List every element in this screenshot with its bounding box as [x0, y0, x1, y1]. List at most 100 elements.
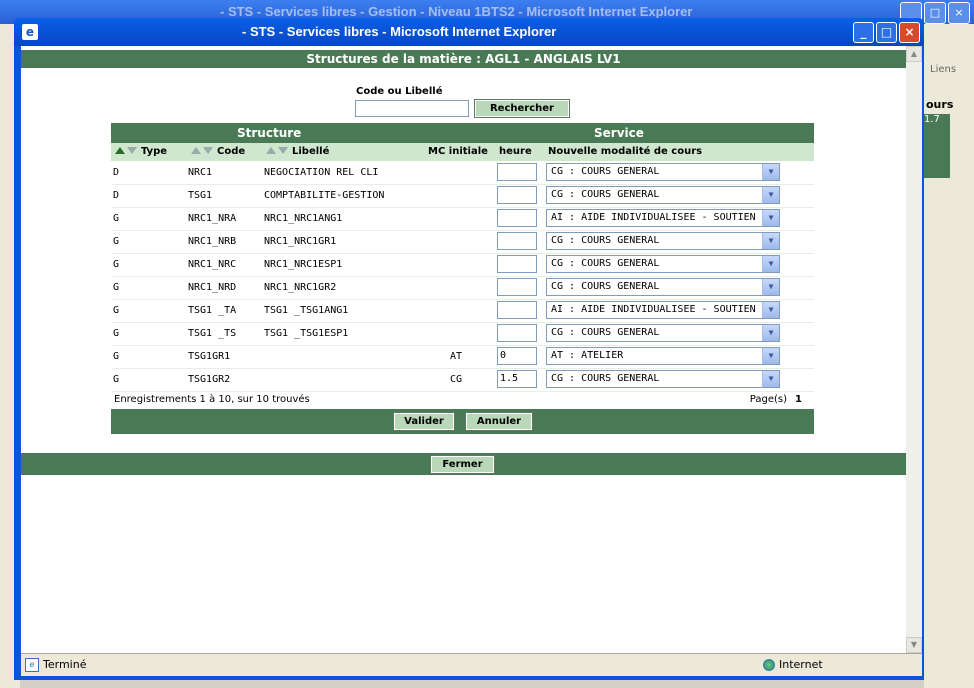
- modalite-value: CG : COURS GENERAL: [551, 189, 660, 200]
- cell-code: TSG1 _TA: [188, 305, 237, 316]
- heure-input[interactable]: [497, 186, 537, 204]
- chevron-down-icon[interactable]: ▼: [762, 210, 779, 226]
- sort-libelle[interactable]: Libellé: [266, 146, 329, 157]
- cell-mc: AT: [450, 351, 463, 362]
- table-row: G TSG1GR1 AT 0 AT : ATELIER ▼: [111, 345, 814, 369]
- cell-code: TSG1 _TS: [188, 328, 237, 339]
- chevron-down-icon[interactable]: ▼: [762, 164, 779, 180]
- chevron-down-icon[interactable]: ▼: [762, 325, 779, 341]
- modalite-select[interactable]: CG : COURS GENERAL ▼: [546, 324, 780, 342]
- table-row: G TSG1 _TA TSG1 _TSG1ANG1 AI : AIDE INDI…: [111, 299, 814, 323]
- close-page-button[interactable]: Fermer: [430, 455, 495, 474]
- page-link[interactable]: 1: [795, 394, 802, 405]
- status-bar: e Terminé Internet: [21, 653, 922, 676]
- maximize-button[interactable]: □: [876, 22, 897, 43]
- modalite-select[interactable]: CG : COURS GENERAL ▼: [546, 232, 780, 250]
- modalite-value: CG : COURS GENERAL: [551, 166, 660, 177]
- chevron-down-icon[interactable]: ▼: [762, 256, 779, 272]
- chevron-down-icon[interactable]: ▼: [762, 279, 779, 295]
- validate-button[interactable]: Valider: [393, 412, 455, 431]
- col-mc: MC initiale: [428, 146, 488, 157]
- modalite-value: AT : ATELIER: [551, 350, 624, 361]
- table-row: G NRC1_NRB NRC1_NRC1GR1 CG : COURS GENER…: [111, 230, 814, 254]
- modalite-select[interactable]: AT : ATELIER ▼: [546, 347, 780, 365]
- popup-title: - STS - Services libres - Microsoft Inte…: [242, 24, 557, 39]
- green-text: 1.7: [924, 114, 940, 125]
- links-label[interactable]: Liens: [930, 64, 956, 75]
- background-title: - STS - Services libres - Gestion - Nive…: [220, 4, 693, 19]
- heure-input[interactable]: [497, 163, 537, 181]
- cell-type: G: [113, 351, 120, 362]
- popup-title-bar: e - STS - Services libres - Microsoft In…: [14, 18, 924, 46]
- scroll-down-icon[interactable]: ▼: [906, 637, 922, 653]
- heure-input[interactable]: [497, 232, 537, 250]
- modalite-value: CG : COURS GENERAL: [551, 373, 660, 384]
- vertical-scrollbar[interactable]: ▲ ▼: [906, 46, 922, 653]
- cell-code: NRC1: [188, 167, 213, 178]
- close-button[interactable]: ×: [899, 22, 920, 43]
- chevron-down-icon[interactable]: ▼: [762, 187, 779, 203]
- structure-group-header: Structure: [237, 126, 302, 140]
- cell-libelle: NRC1_NRC1GR1: [264, 236, 337, 247]
- table-row: G NRC1_NRC NRC1_NRC1ESP1 CG : COURS GENE…: [111, 253, 814, 277]
- chevron-down-icon[interactable]: ▼: [762, 302, 779, 318]
- sort-type[interactable]: Type: [115, 146, 167, 157]
- heure-input[interactable]: [497, 278, 537, 296]
- cell-type: G: [113, 328, 120, 339]
- search-input[interactable]: [355, 100, 469, 117]
- heure-input[interactable]: 1.5: [497, 370, 537, 388]
- heure-input[interactable]: [497, 255, 537, 273]
- table-column-header: Type Code Libellé MC initiale heure Nouv…: [111, 143, 814, 161]
- modalite-value: CG : COURS GENERAL: [551, 258, 660, 269]
- structures-table: Structure Service Type Code Libellé MC i…: [111, 123, 814, 434]
- cell-code: NRC1_NRD: [188, 282, 237, 293]
- service-group-header: Service: [594, 126, 644, 140]
- col-code: Code: [217, 146, 246, 157]
- cell-type: G: [113, 236, 120, 247]
- cell-mc: CG: [450, 374, 463, 385]
- modalite-value: CG : COURS GENERAL: [551, 327, 660, 338]
- cell-code: NRC1_NRA: [188, 213, 237, 224]
- modalite-select[interactable]: CG : COURS GENERAL ▼: [546, 370, 780, 388]
- pages-label: Page(s): [749, 394, 788, 405]
- modalite-select[interactable]: CG : COURS GENERAL ▼: [546, 278, 780, 296]
- col-libelle: Libellé: [292, 146, 330, 157]
- search-button[interactable]: Rechercher: [474, 99, 570, 118]
- cell-libelle: TSG1 _TSG1ESP1: [264, 328, 349, 339]
- cell-libelle: TSG1 _TSG1ANG1: [264, 305, 349, 316]
- scroll-up-icon[interactable]: ▲: [906, 46, 922, 62]
- status-zone: Internet: [763, 658, 823, 671]
- chevron-down-icon[interactable]: ▼: [762, 371, 779, 387]
- sort-code[interactable]: Code: [191, 146, 245, 157]
- records-count: Enregistrements 1 à 10, sur 10 trouvés: [114, 394, 310, 405]
- heure-input[interactable]: 0: [497, 347, 537, 365]
- bg-close-button[interactable]: ×: [948, 2, 970, 24]
- minimize-button[interactable]: _: [853, 22, 874, 43]
- chevron-down-icon[interactable]: ▼: [762, 233, 779, 249]
- chevron-down-icon[interactable]: ▼: [762, 348, 779, 364]
- modalite-select[interactable]: CG : COURS GENERAL ▼: [546, 163, 780, 181]
- modalite-select[interactable]: CG : COURS GENERAL ▼: [546, 186, 780, 204]
- table-group-header: Structure Service: [111, 123, 814, 143]
- pagination: Page(s) 1: [750, 394, 802, 405]
- col-modalite: Nouvelle modalité de cours: [548, 146, 703, 157]
- page-content: Structures de la matière : AGL1 - ANGLAI…: [21, 46, 906, 653]
- heure-input[interactable]: [497, 209, 537, 227]
- table-row: D TSG1 COMPTABILITE-GESTION CG : COURS G…: [111, 184, 814, 208]
- modalite-select[interactable]: AI : AIDE INDIVIDUALISEE - SOUTIEN ▼: [546, 301, 780, 319]
- bg-maximize-button[interactable]: □: [924, 2, 946, 24]
- table-footer: Enregistrements 1 à 10, sur 10 trouvés P…: [111, 391, 814, 410]
- cell-libelle: NRC1_NRC1ESP1: [264, 259, 343, 270]
- cell-libelle: NRC1_NRC1ANG1: [264, 213, 343, 224]
- modalite-select[interactable]: CG : COURS GENERAL ▼: [546, 255, 780, 273]
- modalite-select[interactable]: AI : AIDE INDIVIDUALISEE - SOUTIEN ▼: [546, 209, 780, 227]
- cell-code: TSG1GR1: [188, 351, 231, 362]
- col-type: Type: [141, 146, 168, 157]
- heure-input[interactable]: [497, 324, 537, 342]
- modalite-value: AI : AIDE INDIVIDUALISEE - SOUTIEN: [551, 304, 756, 315]
- heure-input[interactable]: [497, 301, 537, 319]
- cancel-button[interactable]: Annuler: [465, 412, 533, 431]
- sort-desc-icon: [127, 147, 137, 154]
- modalite-value: CG : COURS GENERAL: [551, 281, 660, 292]
- popup-window: e - STS - Services libres - Microsoft In…: [14, 18, 924, 680]
